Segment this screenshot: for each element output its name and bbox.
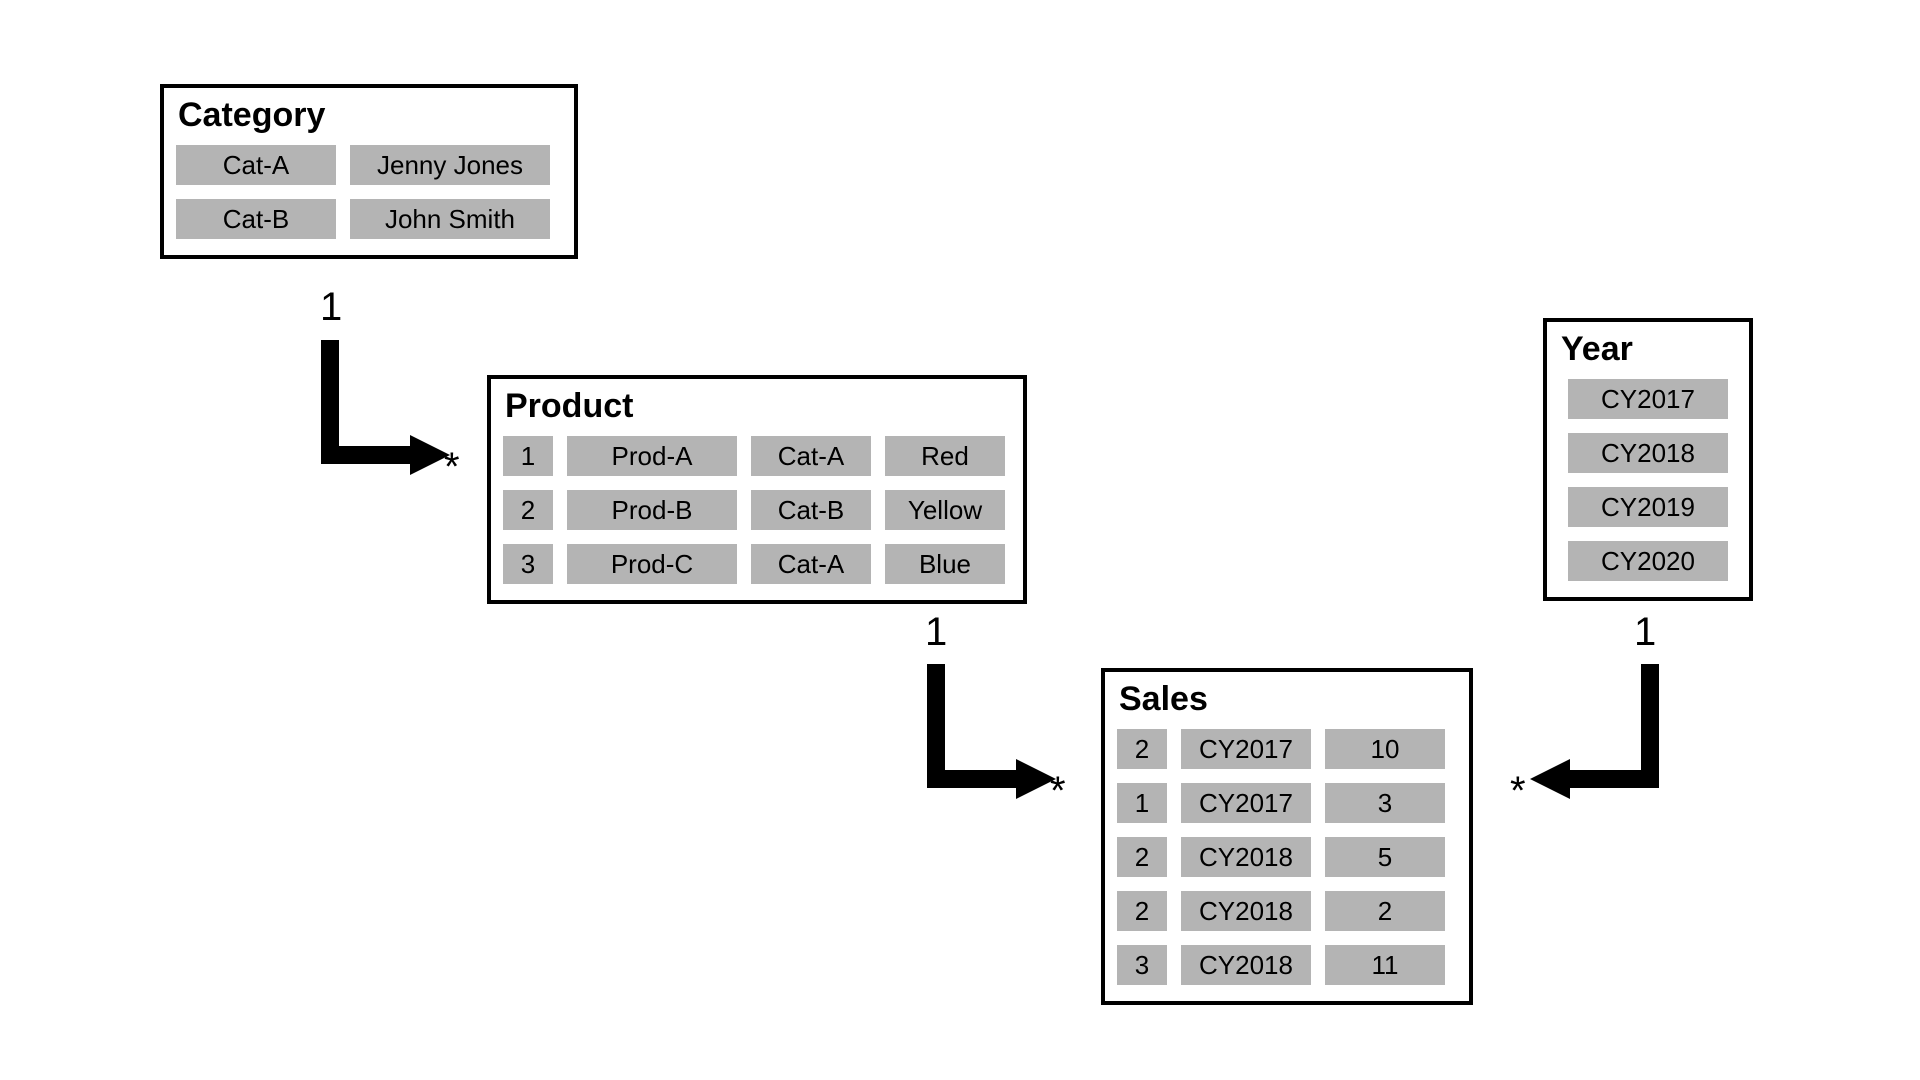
table-cell: 3 <box>503 544 553 584</box>
table-cell: 2 <box>1117 891 1167 931</box>
cardinality-many-label: * <box>444 445 460 490</box>
table-cell: CY2018 <box>1181 837 1311 877</box>
table-cell: CY2020 <box>1568 541 1728 581</box>
table-cell: Prod-A <box>567 436 737 476</box>
table-cell: 2 <box>503 490 553 530</box>
cardinality-many-label: * <box>1050 769 1066 814</box>
table-cell: Blue <box>885 544 1005 584</box>
table-cell: 2 <box>1117 837 1167 877</box>
table-cell: 2 <box>1325 891 1445 931</box>
table-cell: CY2017 <box>1568 379 1728 419</box>
table-cell: 1 <box>503 436 553 476</box>
table-cell: CY2018 <box>1181 891 1311 931</box>
table-cell: Yellow <box>885 490 1005 530</box>
table-cell: Prod-B <box>567 490 737 530</box>
cardinality-one-label: 1 <box>1634 610 1656 655</box>
cardinality-one-label: 1 <box>925 610 947 655</box>
table-cell: CY2017 <box>1181 729 1311 769</box>
arrow-product-to-sales <box>926 664 1056 814</box>
table-cell: CY2018 <box>1181 945 1311 985</box>
entity-category-title: Category <box>178 96 562 135</box>
table-cell: Prod-C <box>567 544 737 584</box>
table-cell: 3 <box>1325 783 1445 823</box>
entity-sales: Sales 2 CY2017 10 1 CY2017 3 2 CY2018 5 … <box>1101 668 1473 1005</box>
entity-year: Year CY2017 CY2018 CY2019 CY2020 <box>1543 318 1753 601</box>
table-cell: 5 <box>1325 837 1445 877</box>
table-cell: Cat-B <box>176 199 336 239</box>
table-cell: Cat-A <box>751 436 871 476</box>
entity-product: Product 1 Prod-A Cat-A Red 2 Prod-B Cat-… <box>487 375 1027 604</box>
entity-product-title: Product <box>505 387 1011 426</box>
table-cell: 2 <box>1117 729 1167 769</box>
table-cell: 1 <box>1117 783 1167 823</box>
table-cell: 11 <box>1325 945 1445 985</box>
cardinality-one-label: 1 <box>320 285 342 330</box>
table-cell: Red <box>885 436 1005 476</box>
table-cell: Cat-A <box>751 544 871 584</box>
table-cell: Cat-B <box>751 490 871 530</box>
table-cell: CY2019 <box>1568 487 1728 527</box>
entity-category: Category Cat-A Jenny Jones Cat-B John Sm… <box>160 84 578 259</box>
arrow-year-to-sales <box>1530 664 1660 814</box>
table-cell: CY2018 <box>1568 433 1728 473</box>
entity-sales-title: Sales <box>1119 680 1457 719</box>
diagram-canvas: Category Cat-A Jenny Jones Cat-B John Sm… <box>0 0 1920 1080</box>
table-cell: 3 <box>1117 945 1167 985</box>
table-cell: Cat-A <box>176 145 336 185</box>
cardinality-many-label: * <box>1510 769 1526 814</box>
entity-year-title: Year <box>1561 330 1737 369</box>
table-cell: Jenny Jones <box>350 145 550 185</box>
table-cell: 10 <box>1325 729 1445 769</box>
arrow-category-to-product <box>320 340 440 490</box>
table-cell: John Smith <box>350 199 550 239</box>
table-cell: CY2017 <box>1181 783 1311 823</box>
